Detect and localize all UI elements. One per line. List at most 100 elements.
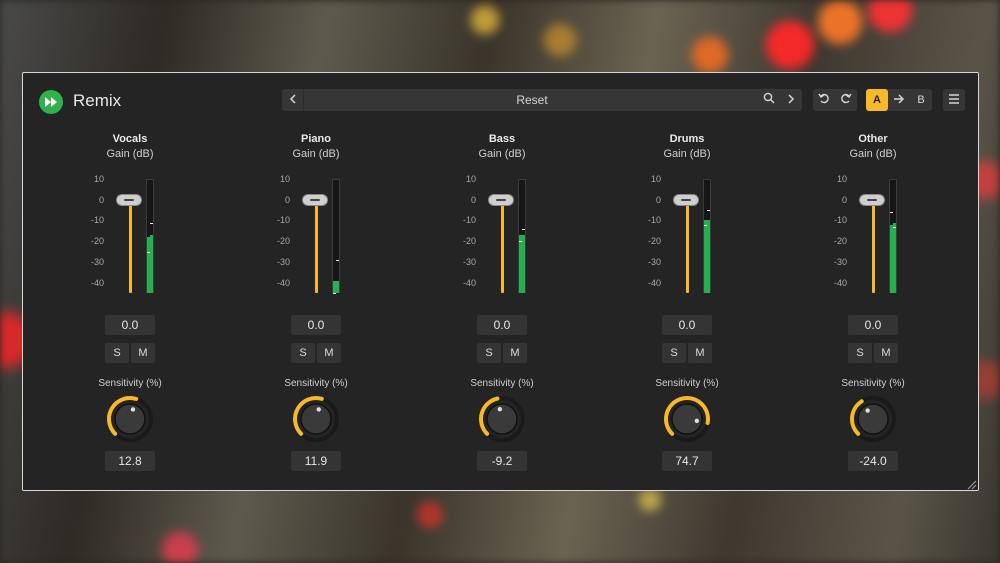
scale-tick: -30 (833, 256, 847, 267)
sensitivity-knob[interactable] (104, 393, 156, 445)
scale-tick: -20 (90, 236, 104, 247)
scale-tick: -30 (90, 256, 104, 267)
scale-tick: -20 (833, 236, 847, 247)
channel-name: Other (858, 133, 888, 145)
scale-tick: -30 (462, 256, 476, 267)
solo-mute-group: S M (848, 343, 898, 363)
solo-button[interactable]: S (848, 343, 872, 363)
sensitivity-knob[interactable] (476, 393, 528, 445)
gain-label: Gain (dB) (478, 148, 526, 160)
scale-tick: 10 (836, 174, 847, 184)
solo-button[interactable]: S (105, 343, 129, 363)
gain-fader-handle[interactable] (859, 193, 885, 206)
gain-fader-track[interactable] (686, 199, 689, 293)
gain-label: Gain (dB) (849, 148, 897, 160)
scale-tick: -10 (462, 215, 476, 226)
sensitivity-knob[interactable] (290, 393, 342, 445)
sensitivity-label: Sensitivity (%) (98, 378, 162, 389)
scale-tick: -20 (647, 236, 661, 247)
resize-grip-icon[interactable] (965, 477, 977, 490)
sensitivity-value-field[interactable]: 11.9 (291, 451, 341, 471)
remix-plugin-window: Remix Reset A B Vocals Gain (dB) 10 0 -1… (22, 72, 979, 491)
meter-peak-right (150, 222, 153, 224)
gain-fader-track[interactable] (872, 199, 875, 293)
channel-name: Drums (669, 133, 705, 145)
mute-button[interactable]: M (874, 343, 898, 363)
meter-peak-left (704, 224, 707, 226)
scale-tick: -30 (647, 256, 661, 267)
gain-fader-handle[interactable] (488, 193, 514, 206)
solo-button[interactable]: S (477, 343, 501, 363)
sensitivity-value-field[interactable]: -24.0 (848, 451, 898, 471)
solo-mute-group: S M (662, 343, 712, 363)
gain-fader-track[interactable] (315, 199, 318, 293)
meter-peak-right (707, 210, 710, 212)
scale-tick: -10 (276, 215, 290, 226)
sensitivity-knob[interactable] (661, 393, 713, 445)
gain-value-field[interactable]: 0.0 (662, 315, 712, 335)
scale-tick: -40 (90, 277, 104, 288)
gain-value-field[interactable]: 0.0 (291, 315, 341, 335)
meter-bar-right (893, 222, 896, 293)
sensitivity-label: Sensitivity (%) (655, 378, 719, 389)
mute-button[interactable]: M (503, 343, 527, 363)
mute-button[interactable]: M (131, 343, 155, 363)
gain-fader-track[interactable] (129, 199, 132, 293)
scale-tick: -40 (462, 277, 476, 288)
mute-button[interactable]: M (317, 343, 341, 363)
meter-bar-right (336, 280, 339, 293)
gain-label: Gain (dB) (292, 148, 340, 160)
channel-name: Bass (488, 133, 516, 145)
meter-peak-right (336, 259, 339, 261)
scale-tick: -20 (276, 236, 290, 247)
sensitivity-knob[interactable] (847, 393, 899, 445)
channel-strip-other: Other Gain (dB) 10 0 -10 -20 -30 -40 0.0 S M Sen… (798, 73, 948, 492)
channel-name: Piano (301, 133, 331, 145)
mute-button[interactable]: M (688, 343, 712, 363)
meter-bar-right (707, 220, 710, 293)
solo-mute-group: S M (291, 343, 341, 363)
gain-fader-track[interactable] (501, 199, 504, 293)
scale-tick: -10 (647, 215, 661, 226)
gain-value-field[interactable]: 0.0 (848, 315, 898, 335)
hamburger-menu-icon (948, 91, 960, 109)
meter-peak-left (147, 251, 150, 253)
channel-strip-vocals: Vocals Gain (dB) 10 0 -10 -20 -30 -40 0.0 S M Se… (55, 73, 205, 492)
gain-fader-handle[interactable] (116, 193, 142, 206)
gain-label: Gain (dB) (106, 148, 154, 160)
scale-tick: -20 (462, 236, 476, 247)
scale-tick: -30 (276, 256, 290, 267)
scale-tick: 10 (650, 174, 661, 184)
scale-tick: 0 (470, 194, 476, 205)
channel-strip-drums: Drums Gain (dB) 10 0 -10 -20 -30 -40 0.0 S M Sen… (612, 73, 762, 492)
sensitivity-value-field[interactable]: 74.7 (662, 451, 712, 471)
sensitivity-value-field[interactable]: 12.8 (105, 451, 155, 471)
solo-button[interactable]: S (662, 343, 686, 363)
scale-tick: 0 (98, 194, 104, 205)
scale-tick: 10 (279, 174, 290, 184)
scale-tick: -40 (647, 277, 661, 288)
scale-tick: 0 (655, 194, 661, 205)
level-meter (332, 179, 340, 293)
gain-fader-handle[interactable] (302, 193, 328, 206)
scale-tick: 0 (841, 194, 847, 205)
scale-tick: 0 (284, 194, 290, 205)
sensitivity-value-field[interactable]: -9.2 (477, 451, 527, 471)
gain-value-field[interactable]: 0.0 (105, 315, 155, 335)
gain-fader-handle[interactable] (673, 193, 699, 206)
sensitivity-label: Sensitivity (%) (470, 378, 534, 389)
meter-peak-left (519, 241, 522, 243)
scale-tick: 10 (93, 174, 104, 184)
scale-tick: -40 (833, 277, 847, 288)
gain-value-field[interactable]: 0.0 (477, 315, 527, 335)
channel-strip-piano: Piano Gain (dB) 10 0 -10 -20 -30 -40 0.0 S M Sen… (241, 73, 391, 492)
solo-button[interactable]: S (291, 343, 315, 363)
meter-bar-right (522, 234, 525, 293)
search-icon (763, 91, 775, 109)
sensitivity-label: Sensitivity (%) (284, 378, 348, 389)
gain-label: Gain (dB) (663, 148, 711, 160)
sensitivity-label: Sensitivity (%) (841, 378, 905, 389)
meter-peak-right (893, 226, 896, 228)
solo-mute-group: S M (105, 343, 155, 363)
scale-tick: -10 (90, 215, 104, 226)
